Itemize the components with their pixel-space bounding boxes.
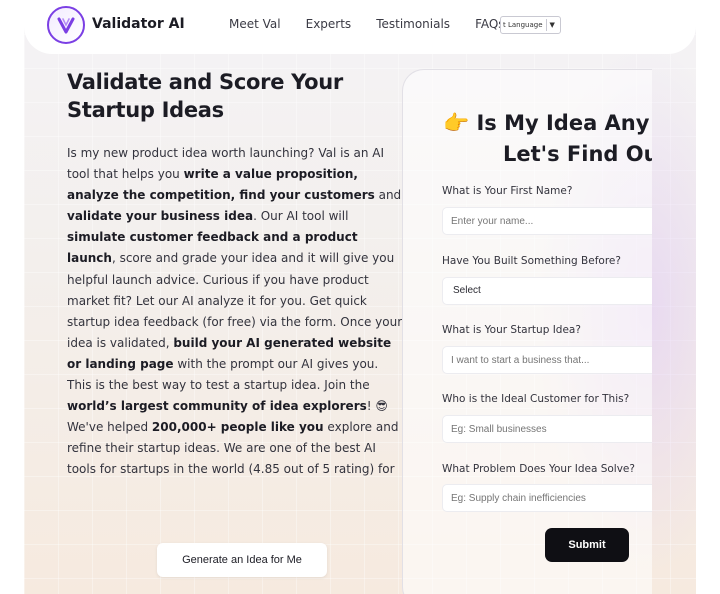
problem-solved-label: What Problem Does Your Idea Solve?: [442, 463, 635, 475]
startup-idea-input[interactable]: [442, 346, 652, 374]
hero-description-emphasis: validate your business idea: [67, 209, 254, 224]
form-title-line2: Let's Find Out: [503, 142, 652, 166]
logo-icon[interactable]: [47, 6, 85, 44]
nav-meet-val[interactable]: Meet Val: [229, 17, 281, 31]
idea-form-card: 👉 Is My Idea Any Good? Let's Find Out Wh…: [402, 69, 652, 594]
main-nav: Meet Val Experts Testimonials FAQs: [229, 17, 505, 31]
form-title-line1: 👉 Is My Idea Any Good?: [443, 111, 652, 135]
form-title: 👉 Is My Idea Any Good? Let's Find Out: [443, 108, 652, 170]
nav-experts[interactable]: Experts: [306, 17, 352, 31]
language-select-divider: [545, 19, 547, 31]
language-select-label: t Language: [503, 21, 543, 29]
first-name-label: What is Your First Name?: [442, 185, 573, 197]
top-navbar: Validator AI Meet Val Experts Testimonia…: [24, 0, 696, 54]
hero-description-emphasis: world’s largest community of idea explor…: [67, 399, 367, 414]
startup-idea-label: What is Your Startup Idea?: [442, 324, 581, 336]
hero-description: Is my new product idea worth launching? …: [67, 143, 405, 483]
built-before-label: Have You Built Something Before?: [442, 255, 621, 267]
ideal-customer-input[interactable]: [442, 415, 652, 443]
submit-button[interactable]: Submit: [545, 528, 629, 562]
hero-description-text: and: [374, 188, 402, 203]
nav-testimonials[interactable]: Testimonials: [376, 17, 450, 31]
hero-headline: Validate and Score Your Startup Ideas: [67, 70, 343, 122]
language-select[interactable]: t Language ▼: [500, 16, 561, 34]
problem-solved-input[interactable]: [442, 484, 652, 512]
generate-idea-button[interactable]: Generate an Idea for Me: [157, 543, 327, 577]
brand-name[interactable]: Validator AI: [92, 16, 185, 32]
ideal-customer-label: Who is the Ideal Customer for This?: [442, 393, 630, 405]
built-before-select[interactable]: Select: [442, 277, 652, 305]
hero-description-emphasis: 200,000+ people like you: [151, 420, 324, 435]
chevron-down-icon: ▼: [549, 21, 555, 29]
hero-description-text: . Our AI tool will: [253, 209, 349, 224]
first-name-input[interactable]: [442, 207, 652, 235]
